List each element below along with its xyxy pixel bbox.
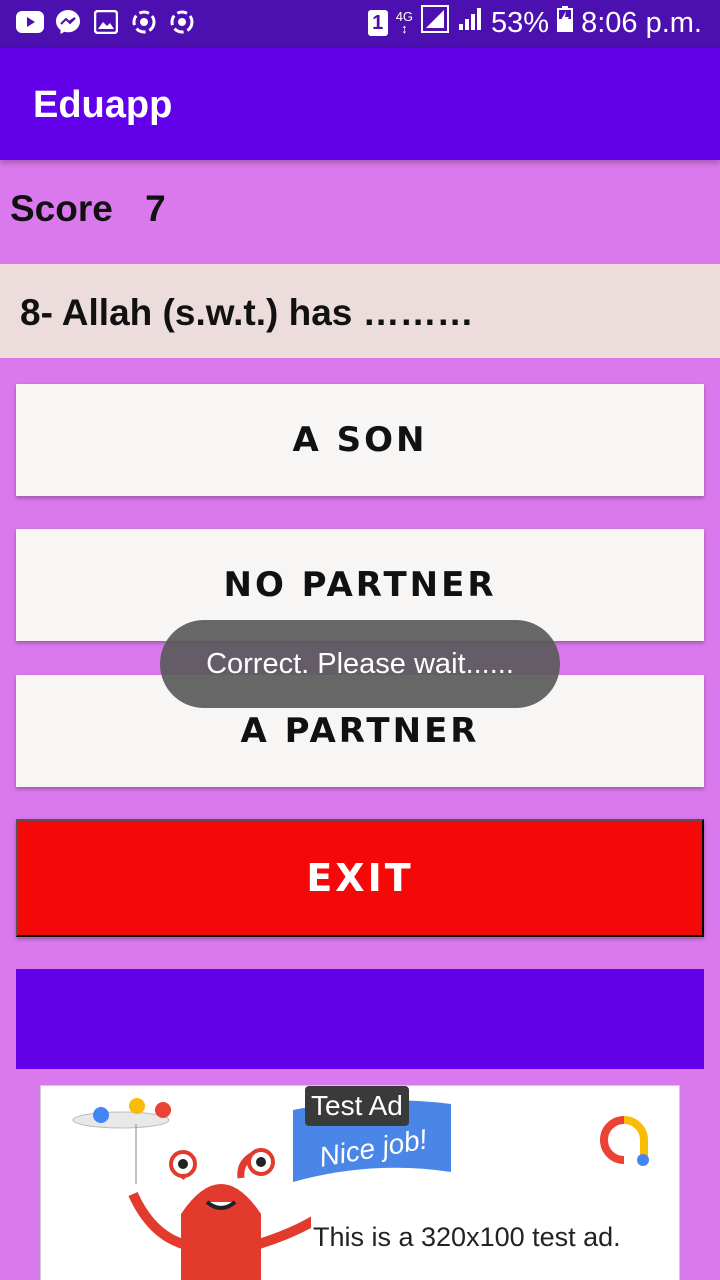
- ad-body-text: This is a 320x100 test ad.: [313, 1222, 621, 1252]
- battery-percent: 53%: [491, 6, 550, 39]
- app-title: Eduapp: [33, 84, 173, 126]
- monster-illustration: [61, 1094, 318, 1280]
- youtube-icon: [16, 8, 44, 36]
- toast-message: Correct. Please wait......: [160, 620, 560, 708]
- battery-icon: [557, 6, 574, 40]
- question-panel: 8- Allah (s.w.t.) has ………: [0, 264, 720, 358]
- sim-slot-badge: 1: [367, 10, 388, 36]
- sync-icon: [130, 8, 158, 36]
- signal-icon: [421, 5, 450, 41]
- score-label: Score: [10, 188, 113, 229]
- test-ad-label: Test Ad: [305, 1086, 409, 1126]
- messenger-icon: [54, 8, 82, 36]
- question-text: 8- Allah (s.w.t.) has ………: [20, 292, 474, 333]
- exit-button[interactable]: EXIT: [16, 819, 704, 937]
- system-status: 1 4G ↕ 53% 8:06 p.m.: [367, 5, 702, 41]
- test-ad-banner[interactable]: Nice job! Test Ad This is a 320x100 test…: [40, 1085, 680, 1280]
- purple-banner: [16, 969, 704, 1069]
- clock: 8:06 p.m.: [581, 6, 702, 39]
- admob-logo-icon: [597, 1114, 651, 1173]
- app-bar: Eduapp: [0, 48, 720, 160]
- signal-bars-icon: [457, 6, 483, 40]
- score: Score 7: [10, 188, 166, 230]
- notification-icons: [16, 8, 196, 36]
- score-value: 7: [145, 188, 166, 229]
- sync-icon: [168, 8, 196, 36]
- status-bar: 1 4G ↕ 53% 8:06 p.m.: [0, 0, 720, 48]
- network-type: 4G ↕: [395, 9, 414, 36]
- gallery-icon: [92, 8, 120, 36]
- answer-option-a-son[interactable]: A SON: [16, 384, 704, 496]
